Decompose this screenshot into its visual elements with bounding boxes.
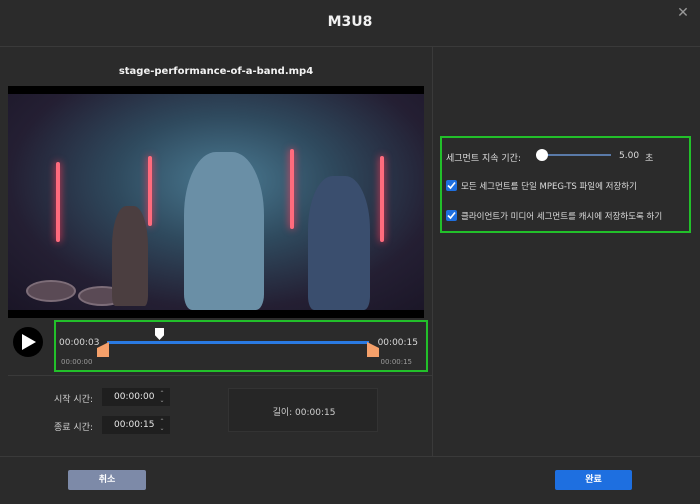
footer-divider: [0, 456, 700, 457]
panel-divider: [432, 46, 433, 456]
video-filename: stage-performance-of-a-band.mp4: [118, 66, 314, 77]
drummer-figure: [112, 206, 148, 306]
check-icon: [447, 181, 456, 190]
stage-light: [380, 156, 384, 242]
length-display: 길이: 00:00:15: [228, 388, 378, 432]
trim-start-time: 00:00:00: [61, 358, 93, 366]
dialog-title: M3U8: [327, 14, 373, 30]
stage-light: [148, 156, 152, 226]
play-icon: [22, 334, 36, 350]
start-time-label: 시작 시간:: [54, 395, 94, 405]
cancel-button[interactable]: 취소: [68, 470, 146, 490]
singer-figure: [184, 152, 264, 310]
play-button[interactable]: [13, 327, 43, 357]
cache-label: 클라이언트가 미디어 세그먼트를 캐시에 저장하도록 하기: [461, 212, 663, 222]
segment-duration-slider[interactable]: [539, 154, 611, 156]
length-text: 길이: 00:00:15: [272, 408, 336, 418]
cache-checkbox[interactable]: [446, 210, 457, 221]
segment-duration-value: 5.00: [619, 151, 640, 161]
dialog-header: M3U8 ✕: [0, 0, 700, 46]
done-button[interactable]: 완료: [555, 470, 632, 490]
single-file-checkbox[interactable]: [446, 180, 457, 191]
stage-light: [56, 162, 60, 242]
guitarist-figure: [308, 176, 370, 310]
segment-settings: 세그먼트 지속 기간: 5.00 초 모든 세그먼트를 단일 MPEG-TS 파…: [440, 136, 691, 233]
end-time-stepper[interactable]: ⌃ ⌄: [158, 418, 166, 432]
current-end-time: 00:00:15: [377, 338, 418, 348]
trim-end-time: 00:00:15: [380, 358, 412, 366]
stage-light: [290, 149, 294, 229]
segment-duration-label: 세그먼트 지속 기간:: [446, 154, 521, 164]
close-icon[interactable]: ✕: [676, 6, 690, 20]
video-frame: [8, 94, 424, 310]
trim-divider: [8, 375, 432, 376]
check-icon: [447, 211, 456, 220]
single-file-label: 모든 세그먼트를 단일 MPEG-TS 파일에 저장하기: [461, 182, 637, 192]
segment-duration-thumb[interactable]: [536, 149, 548, 161]
start-time-stepper[interactable]: ⌃ ⌄: [158, 390, 166, 404]
playhead-marker[interactable]: [155, 328, 164, 340]
header-divider: [0, 46, 700, 47]
drum: [26, 280, 76, 302]
current-start-time: 00:00:03: [59, 338, 100, 348]
trim-timeline: 00:00:03 00:00:15 00:00:00 00:00:15: [54, 320, 428, 372]
segment-duration-unit: 초: [645, 154, 654, 164]
timeline-track[interactable]: [107, 341, 369, 344]
video-preview: [8, 86, 424, 318]
end-time-label: 종료 시간:: [54, 423, 94, 433]
